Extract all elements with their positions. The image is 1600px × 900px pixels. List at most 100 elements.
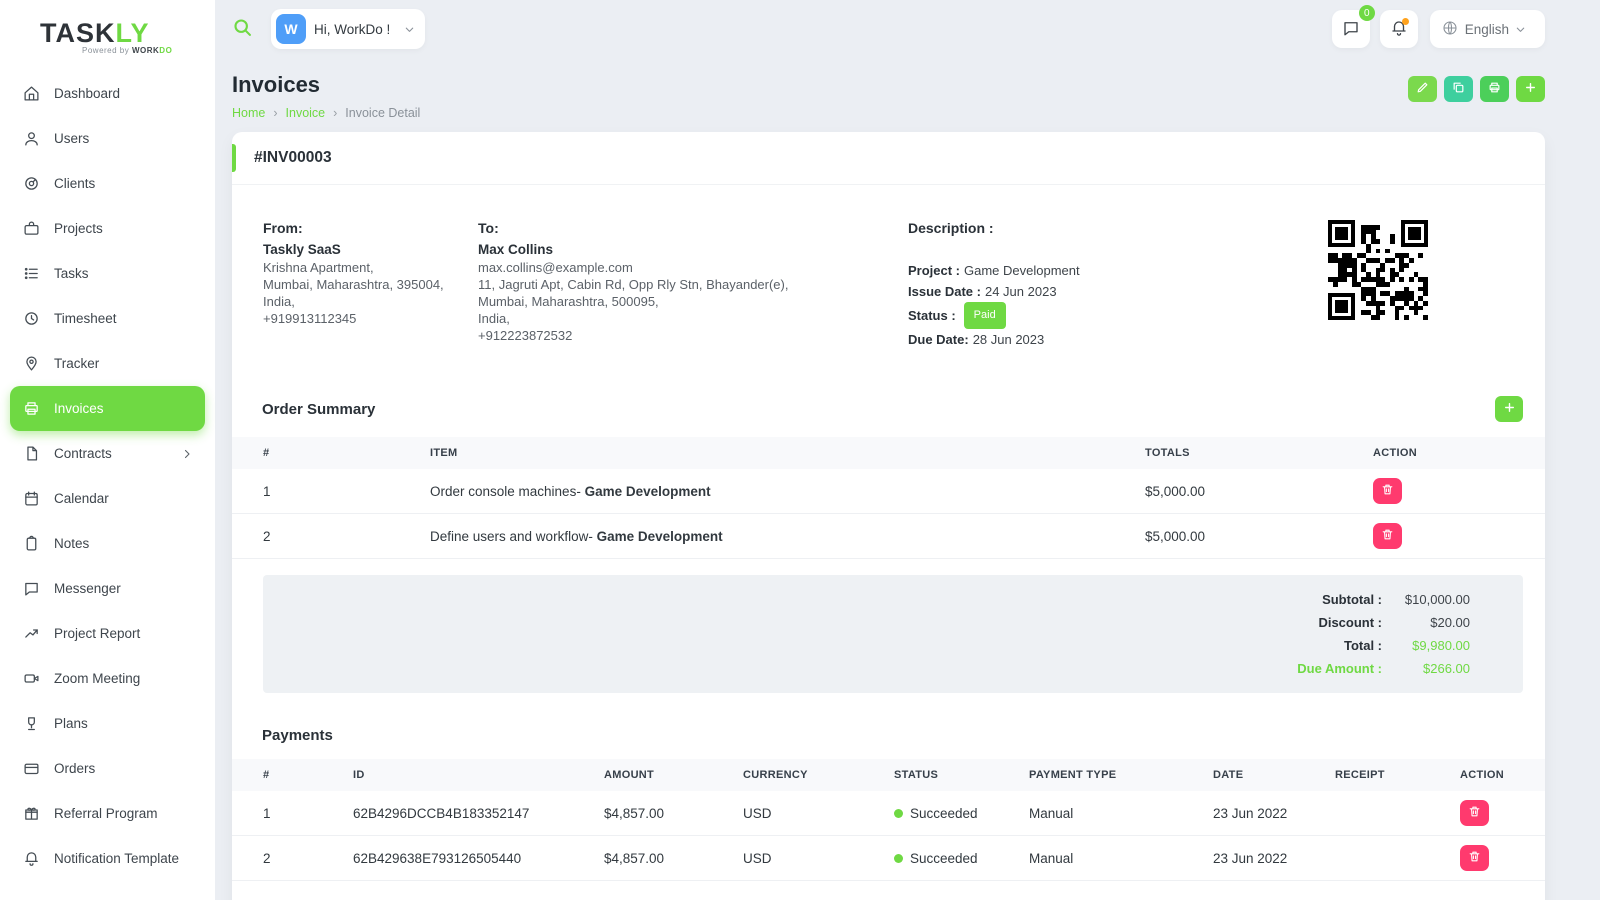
clock-icon xyxy=(22,310,40,328)
sidebar-item-messenger[interactable]: Messenger xyxy=(10,566,205,611)
from-line: Krishna Apartment, xyxy=(263,259,478,276)
print-button[interactable] xyxy=(1480,76,1509,102)
trophy-icon xyxy=(22,715,40,733)
user-menu[interactable]: W Hi, WorkDo ! xyxy=(271,9,425,49)
sidebar-item-projects[interactable]: Projects xyxy=(10,206,205,251)
row-total: $5,000.00 xyxy=(1145,529,1373,544)
trash-icon xyxy=(1468,805,1481,821)
sidebar-item-notification-template[interactable]: Notification Template xyxy=(10,836,205,881)
totals-summary: Subtotal :$10,000.00 Discount :$20.00 To… xyxy=(263,575,1523,693)
table-row: 1 62B4296DCCB4B183352147 $4,857.00 USD S… xyxy=(232,791,1545,836)
sidebar-item-orders[interactable]: Orders xyxy=(10,746,205,791)
location-pin-icon xyxy=(22,355,40,373)
greeting-text: Hi, WorkDo ! xyxy=(314,22,390,37)
to-line: +912223872532 xyxy=(478,327,908,344)
discount-line: Discount :$20.00 xyxy=(263,611,1470,634)
from-line: +919913112345 xyxy=(263,310,478,327)
page-header: Invoices Home › Invoice › Invoice Detail xyxy=(232,72,1545,120)
list-icon xyxy=(22,265,40,283)
description-title: Description : xyxy=(908,220,1328,236)
sidebar-item-label: Dashboard xyxy=(54,86,120,101)
plus-icon xyxy=(1503,401,1516,417)
sidebar-item-zoom-meeting[interactable]: Zoom Meeting xyxy=(10,656,205,701)
add-item-button[interactable] xyxy=(1495,396,1523,422)
sidebar-item-project-report[interactable]: Project Report xyxy=(10,611,205,656)
status-line: Status :Paid xyxy=(908,302,1328,329)
order-table: # ITEM TOTALS ACTION 1 Order console mac… xyxy=(232,437,1545,559)
calendar-icon xyxy=(22,490,40,508)
payment-status: Succeeded xyxy=(894,806,1029,821)
sidebar-item-contracts[interactable]: Contracts xyxy=(10,431,205,476)
edit-button[interactable] xyxy=(1408,76,1437,102)
avatar: W xyxy=(276,14,306,44)
trash-icon xyxy=(1468,850,1481,866)
payments-table: # ID AMOUNT CURRENCY STATUS PAYMENT TYPE… xyxy=(232,759,1545,881)
clipboard-icon xyxy=(22,535,40,553)
sidebar-item-referral-program[interactable]: Referral Program xyxy=(10,791,205,836)
delete-payment-button[interactable] xyxy=(1460,800,1489,826)
gift-icon xyxy=(22,805,40,823)
search-button[interactable] xyxy=(232,17,253,41)
breadcrumb-current: Invoice Detail xyxy=(345,106,420,120)
due-date-line: Due Date:28 Jun 2023 xyxy=(908,329,1328,350)
sidebar-item-tracker[interactable]: Tracker xyxy=(10,341,205,386)
sidebar-item-calendar[interactable]: Calendar xyxy=(10,476,205,521)
delete-payment-button[interactable] xyxy=(1460,845,1489,871)
sidebar-item-label: Project Report xyxy=(54,626,140,641)
search-icon xyxy=(232,17,253,41)
main-area: W Hi, WorkDo ! 0 English Invoices xyxy=(215,0,1600,900)
due-amount-line: Due Amount :$266.00 xyxy=(263,657,1470,680)
col-action: ACTION xyxy=(1373,447,1523,459)
copy-link-button[interactable] xyxy=(1444,76,1473,102)
chevron-down-icon xyxy=(1515,24,1533,35)
top-bar: W Hi, WorkDo ! 0 English xyxy=(232,0,1545,58)
globe-icon xyxy=(1442,20,1465,39)
delete-item-button[interactable] xyxy=(1373,523,1402,549)
app-root: TASKLY Powered by WORKDO Dashboard Users… xyxy=(0,0,1600,900)
notifications-button[interactable] xyxy=(1380,10,1418,48)
printer-icon xyxy=(1488,81,1501,97)
delete-item-button[interactable] xyxy=(1373,478,1402,504)
breadcrumb-home[interactable]: Home xyxy=(232,106,265,120)
from-line: India, xyxy=(263,293,478,310)
breadcrumb-invoice[interactable]: Invoice xyxy=(286,106,326,120)
to-line: India, xyxy=(478,310,908,327)
language-selector[interactable]: English xyxy=(1430,10,1545,48)
invoice-info: From: Taskly SaaS Krishna Apartment, Mum… xyxy=(232,185,1545,350)
to-line: Mumbai, Maharashtra, 500095, xyxy=(478,293,908,310)
credit-card-icon xyxy=(22,760,40,778)
row-num: 1 xyxy=(263,484,430,499)
invoice-card: #INV00003 From: Taskly SaaS Krishna Apar… xyxy=(232,132,1545,900)
from-line: Mumbai, Maharashtra, 395004, xyxy=(263,276,478,293)
sidebar-item-clients[interactable]: Clients xyxy=(10,161,205,206)
sidebar-item-plans[interactable]: Plans xyxy=(10,701,205,746)
from-block: From: Taskly SaaS Krishna Apartment, Mum… xyxy=(263,220,478,350)
to-title: To: xyxy=(478,220,908,236)
row-num: 2 xyxy=(263,529,430,544)
qr-finder xyxy=(1328,293,1355,320)
page-title: Invoices xyxy=(232,72,420,98)
sidebar: TASKLY Powered by WORKDO Dashboard Users… xyxy=(0,0,215,900)
sidebar-item-users[interactable]: Users xyxy=(10,116,205,161)
from-title: From: xyxy=(263,220,478,236)
add-payment-button[interactable] xyxy=(1516,76,1545,102)
project-line: Project :Game Development xyxy=(908,260,1328,281)
sidebar-item-label: Clients xyxy=(54,176,95,191)
sidebar-item-label: Timesheet xyxy=(54,311,117,326)
sidebar-item-dashboard[interactable]: Dashboard xyxy=(10,71,205,116)
messages-badge: 0 xyxy=(1359,5,1375,21)
user-icon xyxy=(22,130,40,148)
brand-logo[interactable]: TASKLY Powered by WORKDO xyxy=(0,10,215,65)
status-badge: Paid xyxy=(964,302,1006,329)
sidebar-item-invoices[interactable]: Invoices xyxy=(10,386,205,431)
table-row: 2 62B429638E793126505440 $4,857.00 USD S… xyxy=(232,836,1545,881)
sidebar-item-timesheet[interactable]: Timesheet xyxy=(10,296,205,341)
payments-title: Payments xyxy=(262,727,333,744)
from-name: Taskly SaaS xyxy=(263,242,478,257)
sidebar-item-tasks[interactable]: Tasks xyxy=(10,251,205,296)
payments-header: Payments xyxy=(232,727,1545,744)
chat-icon xyxy=(22,580,40,598)
table-row: 1 Order console machines- Game Developme… xyxy=(232,469,1545,514)
sidebar-item-notes[interactable]: Notes xyxy=(10,521,205,566)
messages-button[interactable]: 0 xyxy=(1332,10,1370,48)
